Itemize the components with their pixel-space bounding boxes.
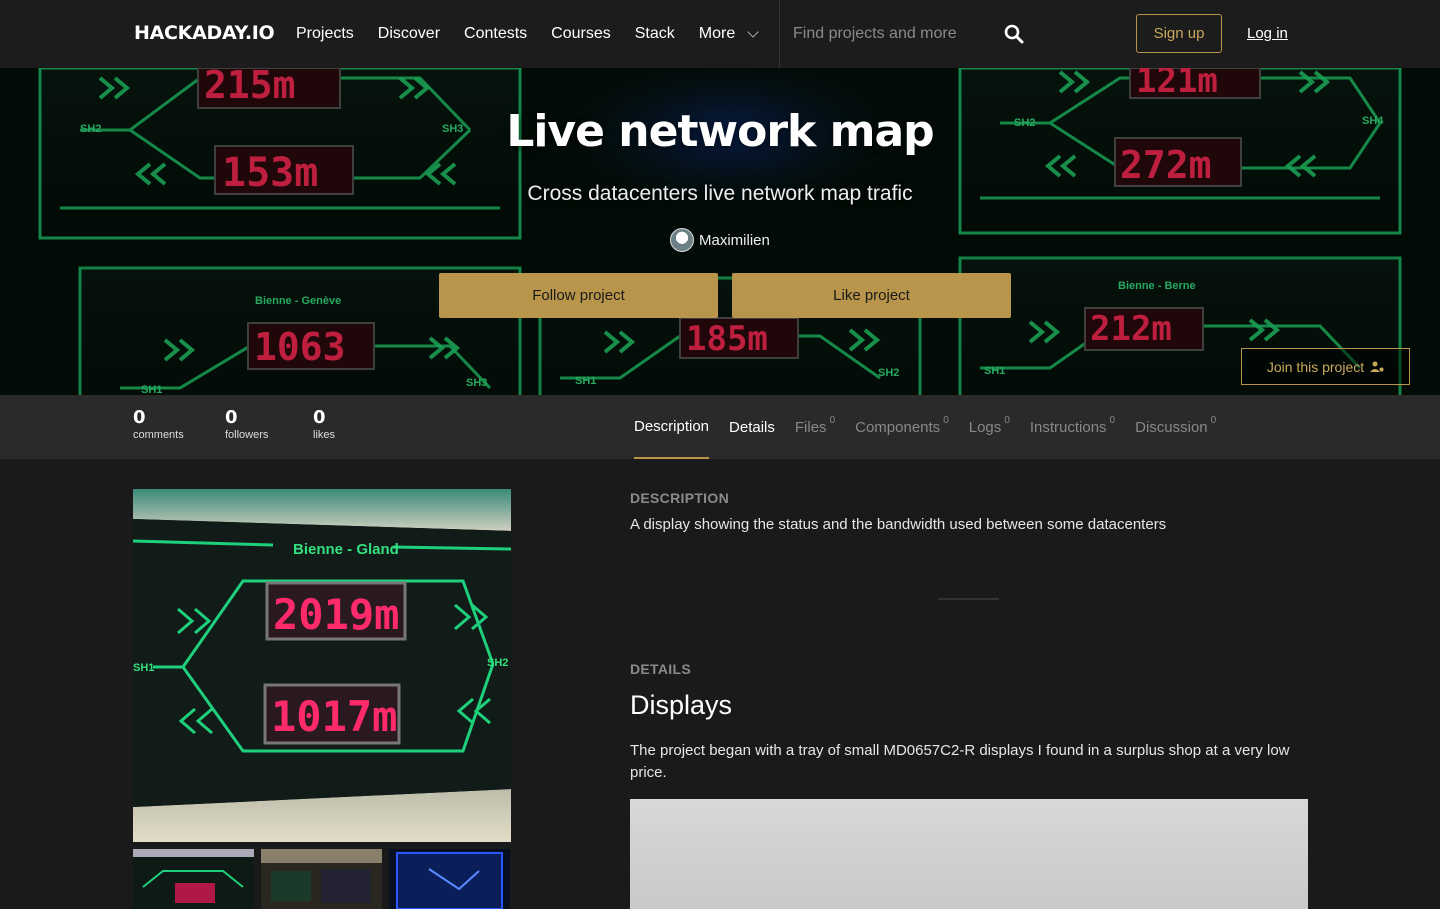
stat-likes[interactable]: 0 likes: [313, 407, 335, 441]
stat-comments-count: 0: [133, 407, 146, 428]
thumbnail-photo-3: [389, 849, 510, 909]
thumbnail-photo-1: [133, 849, 254, 909]
stat-followers-count: 0: [225, 407, 238, 428]
project-title: Live network map: [506, 106, 934, 157]
details-heading: DETAILS: [630, 661, 691, 677]
tab-instructions-label: Instructions: [1029, 418, 1107, 436]
tab-instructions-count: 0: [1109, 414, 1116, 426]
join-project-button[interactable]: Join this project: [1241, 348, 1410, 385]
stat-followers-label: followers: [225, 429, 269, 441]
nav-stack[interactable]: Stack: [635, 25, 675, 43]
stat-likes-count: 0: [313, 407, 326, 428]
tab-details-label: Details: [729, 418, 775, 436]
tab-components-count: 0: [943, 414, 949, 426]
gallery-sh-right: SH2: [487, 657, 508, 669]
gallery-thumbnail-2[interactable]: [261, 849, 382, 909]
section-divider: [938, 598, 999, 600]
project-hero: 215m 153m 121m 272m 1063 185m 212m Bienn…: [0, 68, 1440, 395]
description-heading: DESCRIPTION: [630, 490, 729, 506]
details-title: Displays: [630, 690, 733, 720]
tab-files-label: Files: [794, 418, 827, 436]
gallery-led-bottom: 1017m: [271, 692, 397, 741]
project-author[interactable]: Maximilien: [670, 228, 770, 252]
add-user-icon: [1370, 361, 1384, 372]
author-name: Maximilien: [699, 231, 770, 249]
thumbnail-photo-2: [261, 849, 382, 909]
site-logo[interactable]: HACKADAY.IO: [134, 22, 275, 44]
top-nav: HACKADAY.IO Projects Discover Contests C…: [0, 0, 1440, 68]
tab-components-label: Components: [855, 418, 941, 436]
nav-projects[interactable]: Projects: [296, 25, 354, 43]
tab-description[interactable]: Description: [634, 395, 710, 459]
tab-components[interactable]: Components 0: [855, 395, 949, 459]
join-project-label: Join this project: [1266, 358, 1365, 375]
stat-likes-label: likes: [313, 429, 336, 441]
tab-discussion[interactable]: Discussion 0: [1135, 395, 1216, 459]
gallery-sh-left: SH1: [133, 662, 154, 674]
tab-discussion-count: 0: [1210, 414, 1217, 426]
gallery-led-top: 2019m: [273, 590, 399, 639]
avatar: [670, 228, 694, 252]
tab-files-count: 0: [829, 414, 836, 426]
details-text: The project began with a tray of small M…: [630, 742, 1290, 781]
project-stats-bar: 0 comments 0 followers 0 likes Descripti…: [0, 395, 1440, 459]
nav-divider: [779, 0, 780, 68]
stat-comments-label: comments: [133, 429, 184, 441]
project-subtitle: Cross datacenters live network map trafi…: [527, 182, 913, 205]
tab-description-label: Description: [634, 417, 710, 435]
gallery-thumbnail-3[interactable]: [389, 849, 510, 909]
tab-details[interactable]: Details: [729, 395, 775, 459]
login-link[interactable]: Log in: [1247, 25, 1288, 42]
stat-followers[interactable]: 0 followers: [225, 407, 268, 441]
tab-discussion-label: Discussion: [1135, 418, 1208, 436]
nav-courses[interactable]: Courses: [551, 25, 611, 43]
gallery-main-image[interactable]: 2019m 1017m Bienne - Gland SH1 SH2: [133, 489, 511, 842]
follow-project-button[interactable]: Follow project: [439, 273, 718, 318]
tab-logs[interactable]: Logs 0: [969, 395, 1010, 459]
stat-comments[interactable]: 0 comments: [133, 407, 184, 441]
nav-discover[interactable]: Discover: [378, 25, 440, 43]
search-input[interactable]: [793, 20, 993, 48]
signup-button[interactable]: Sign up: [1136, 14, 1222, 53]
search-icon[interactable]: [1004, 24, 1024, 44]
gallery-thumbnail-1[interactable]: [133, 849, 254, 909]
gallery-main-photo: 2019m 1017m Bienne - Gland SH1 SH2: [133, 489, 511, 842]
nav-links: Projects Discover Contests Courses Stack…: [296, 0, 781, 68]
tab-instructions[interactable]: Instructions 0: [1030, 395, 1115, 459]
nav-contests[interactable]: Contests: [464, 25, 527, 43]
details-image: [630, 799, 1308, 909]
tab-logs-count: 0: [1004, 414, 1010, 426]
tab-logs-label: Logs: [968, 418, 1002, 436]
chevron-down-icon: [747, 25, 759, 38]
project-tabs: Description Details Files 0 Components 0 L…: [634, 395, 1236, 459]
like-project-button[interactable]: Like project: [732, 273, 1011, 318]
tab-files[interactable]: Files 0: [795, 395, 835, 459]
description-text: A display showing the status and the ban…: [630, 516, 1167, 533]
nav-more-label: More: [698, 25, 736, 42]
nav-more[interactable]: More: [698, 25, 759, 43]
gallery-panel-label: Bienne - Gland: [293, 541, 399, 558]
